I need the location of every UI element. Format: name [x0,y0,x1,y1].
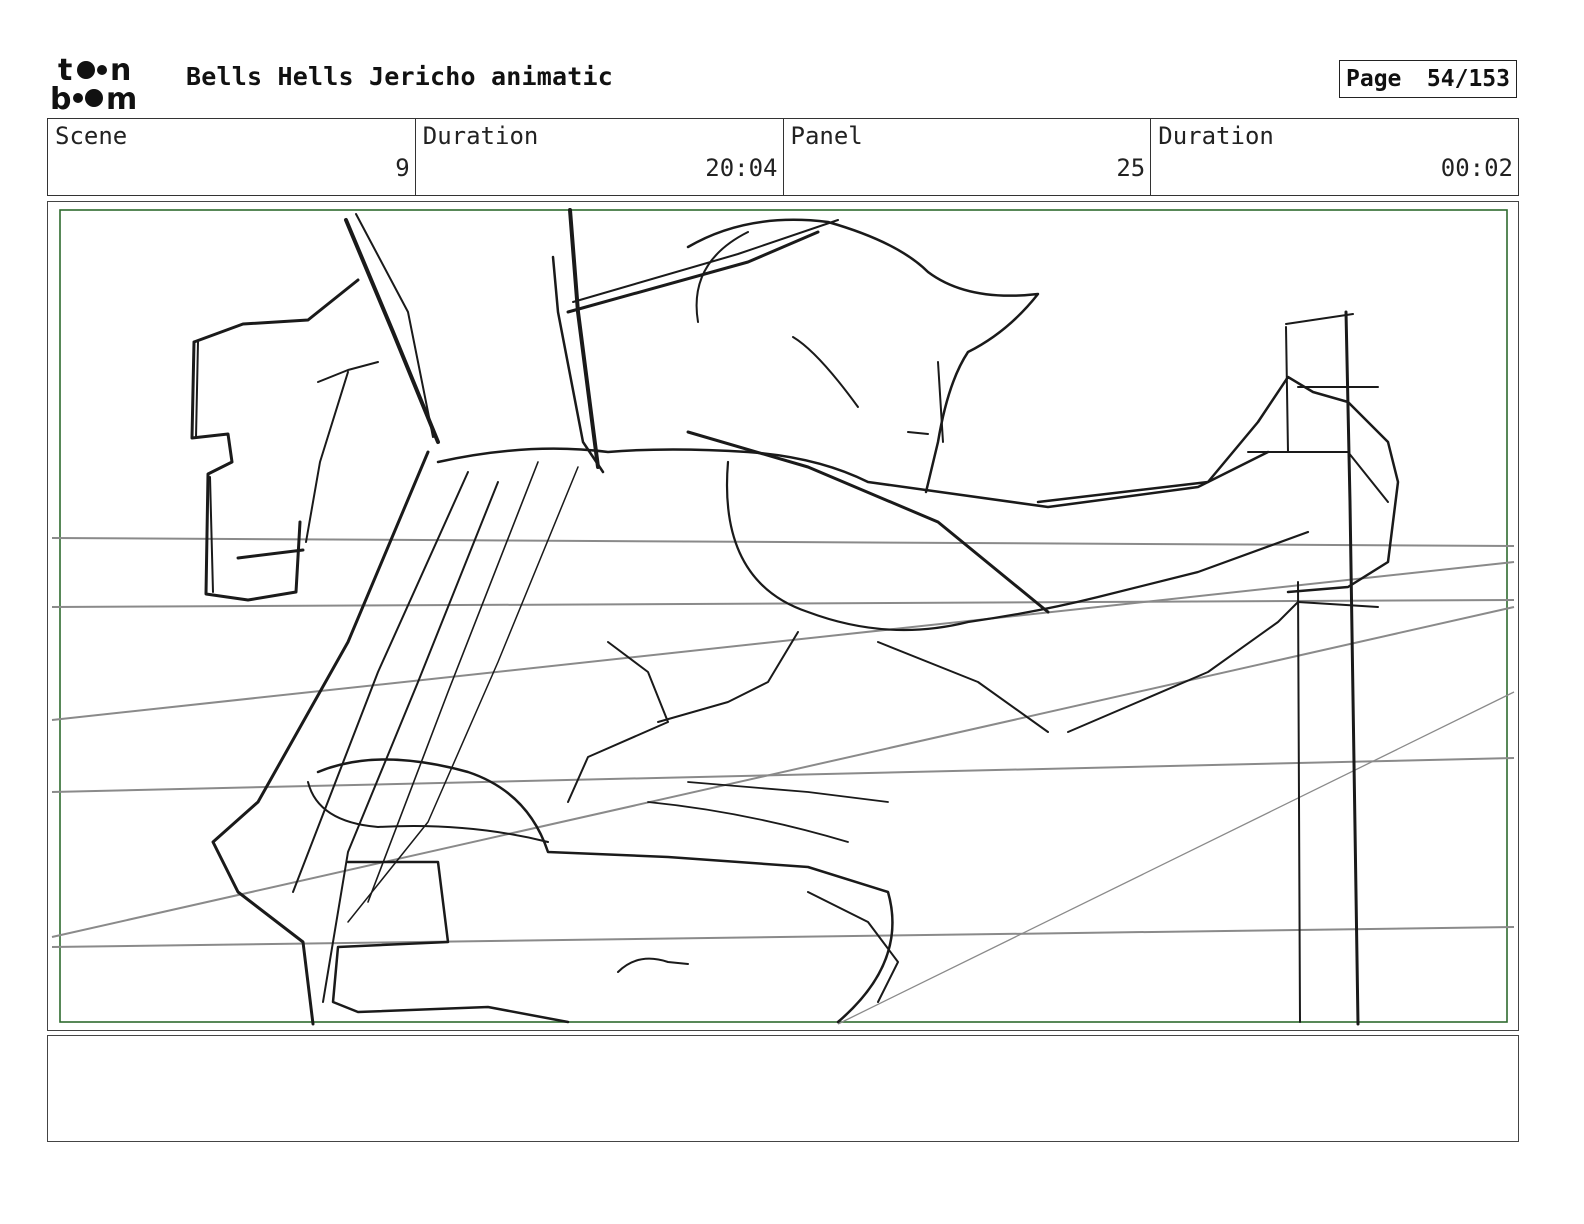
camera-frame [59,209,1508,1023]
toon-boom-logo: t n b m [50,53,137,110]
panel-duration-value: 00:02 [1440,154,1513,182]
svg-text:b: b [50,82,71,110]
scene-duration-label: Duration [422,122,539,150]
panel-duration-cell: Duration 00:02 [1151,119,1518,195]
svg-text:m: m [106,82,137,110]
page-number: 54/153 [1426,66,1510,92]
scene-cell: Scene 9 [48,119,416,195]
scene-label: Scene [55,122,128,150]
panel-label: Panel [790,122,863,150]
scene-value: 9 [395,154,410,182]
storyboard-panel [47,201,1519,1031]
panel-value: 25 [1116,154,1146,182]
panel-notes-box [47,1035,1519,1142]
panel-duration-label: Duration [1158,122,1274,150]
scene-duration-cell: Duration 20:04 [416,119,784,195]
scene-duration-value: 20:04 [705,154,778,182]
panel-info-row: Scene 9 Duration 20:04 Panel 25 Duration… [47,118,1519,196]
panel-cell: Panel 25 [784,119,1152,195]
page-label: Page [1346,66,1402,92]
project-title: Bells Hells Jericho animatic [186,62,614,91]
page-indicator: Page 54/153 [1339,60,1517,98]
panel-sketch-drawing [51,208,1515,1026]
figure-sketch [190,208,1400,1026]
